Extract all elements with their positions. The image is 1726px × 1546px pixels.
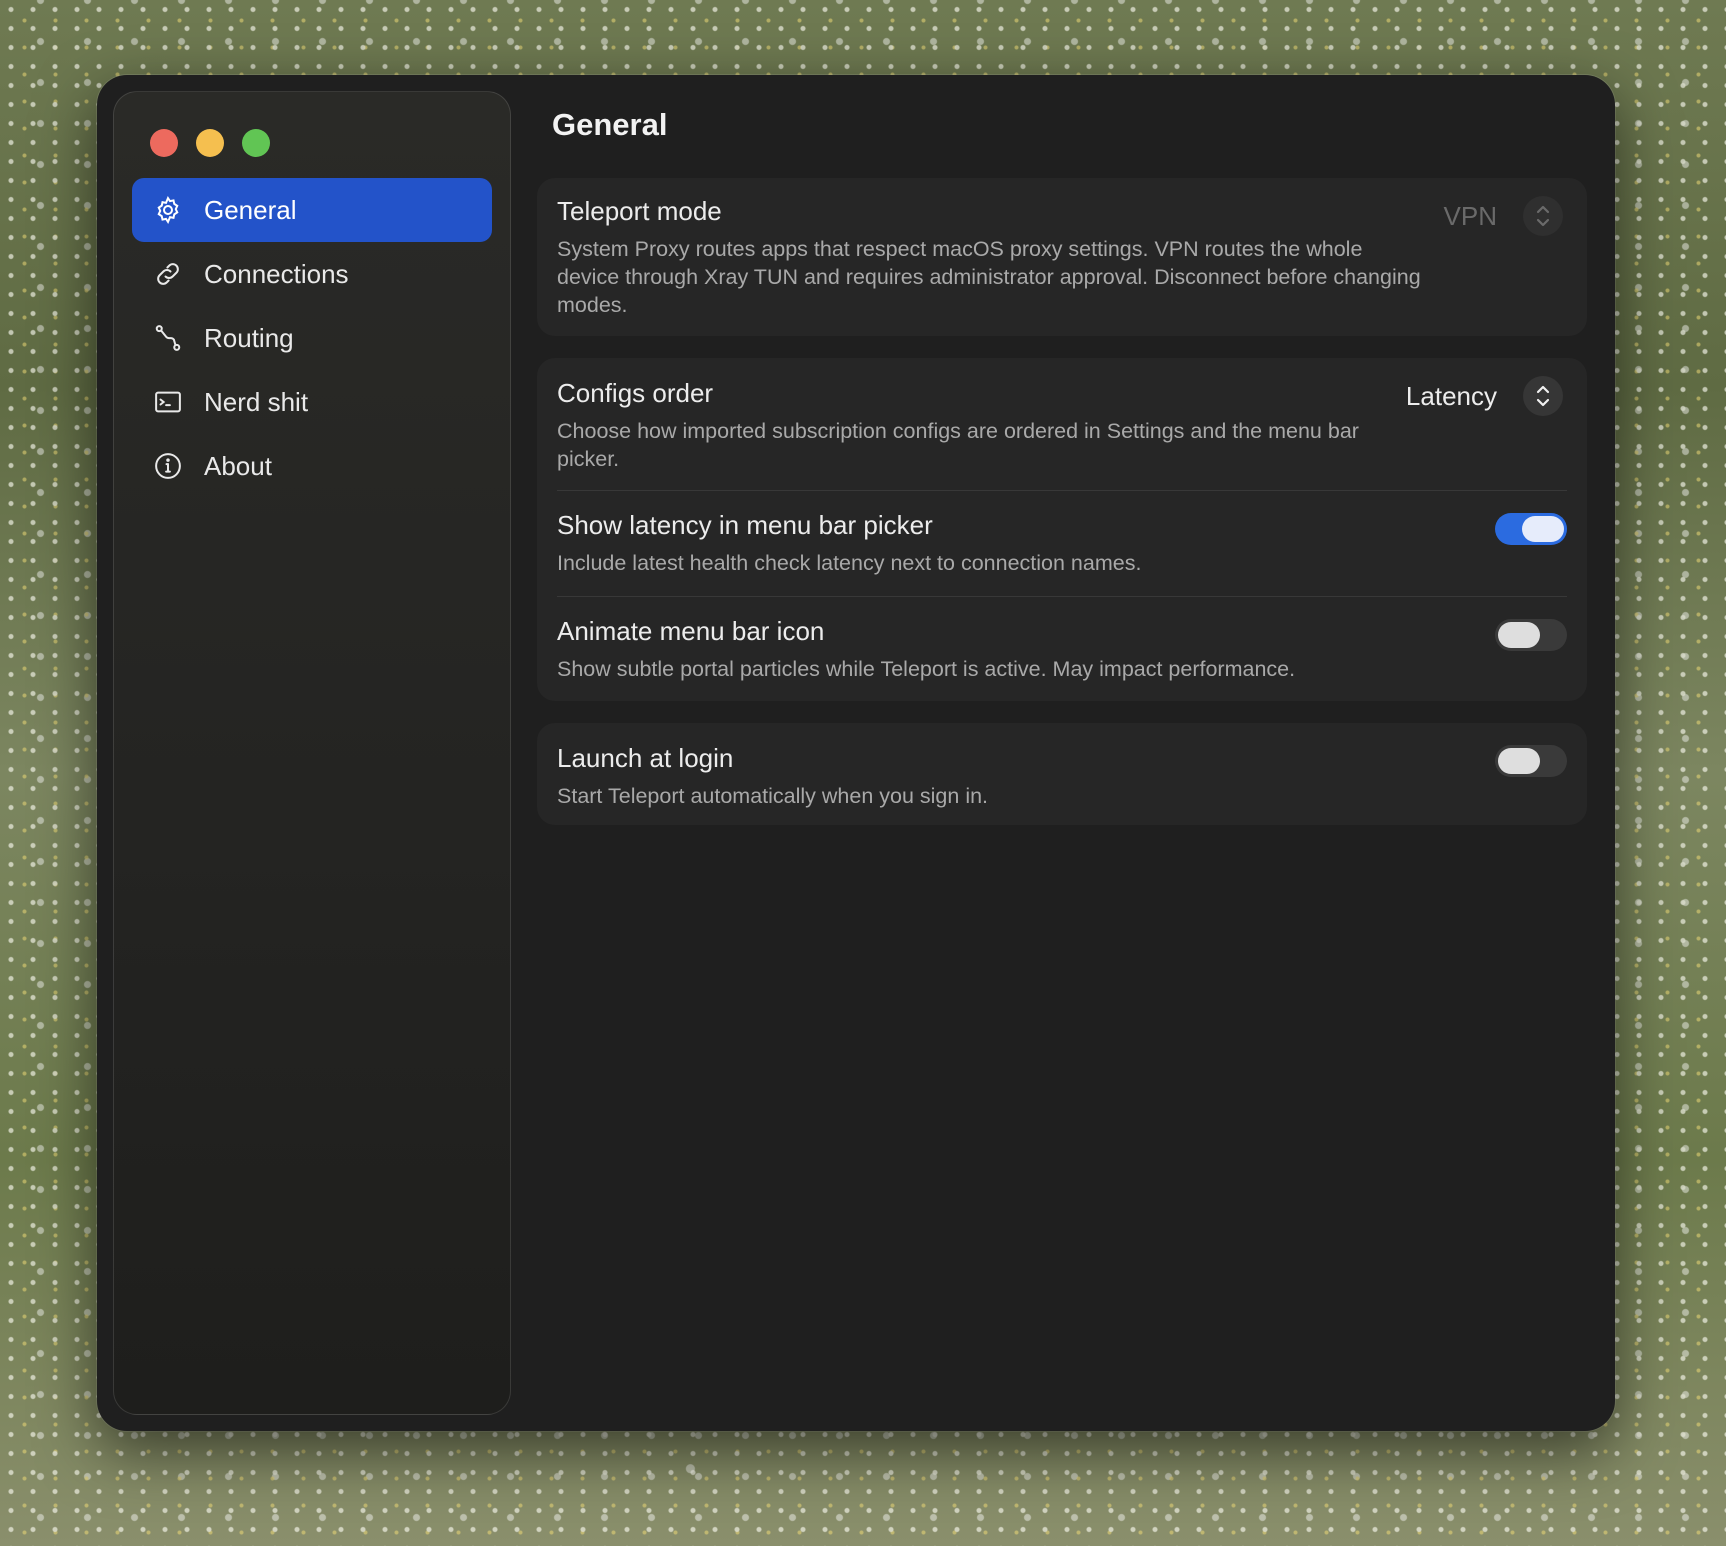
launch-at-login-toggle[interactable] <box>1495 745 1567 777</box>
gear-icon <box>152 194 184 226</box>
teleport-mode-description: System Proxy routes apps that respect ma… <box>557 237 1421 317</box>
teleport-mode-picker[interactable]: VPN <box>1444 196 1563 236</box>
chevron-up-down-icon <box>1523 196 1563 236</box>
show-latency-toggle[interactable] <box>1495 513 1567 545</box>
toggle-knob <box>1522 516 1564 542</box>
sidebar-item-routing[interactable]: Routing <box>132 306 492 370</box>
settings-window: General Connections Routing Nerd shit Ab… <box>97 75 1615 1431</box>
sidebar-item-connections[interactable]: Connections <box>132 242 492 306</box>
configs-order-picker[interactable]: Latency <box>1406 376 1563 416</box>
show-latency-title: Show latency in menu bar picker <box>557 510 933 540</box>
launch-at-login-title: Launch at login <box>557 743 734 773</box>
display-options-card: Configs order Choose how imported subscr… <box>537 358 1587 701</box>
animate-icon-title: Animate menu bar icon <box>557 616 825 646</box>
sidebar-item-general[interactable]: General <box>132 178 492 242</box>
chevron-up-down-icon <box>1523 376 1563 416</box>
sidebar-nav: General Connections Routing Nerd shit Ab… <box>132 178 492 498</box>
sidebar-item-label: Routing <box>204 322 294 353</box>
minimize-button[interactable] <box>196 129 224 157</box>
configs-order-description: Choose how imported subscription configs… <box>557 419 1359 471</box>
sidebar-item-label: Nerd shit <box>204 386 309 417</box>
divider <box>557 596 1567 597</box>
sidebar-item-nerd-shit[interactable]: Nerd shit <box>132 370 492 434</box>
page-title: General <box>552 107 668 142</box>
animate-icon-toggle[interactable] <box>1495 619 1567 651</box>
sidebar-item-label: Connections <box>204 258 349 289</box>
launch-card: Launch at login Start Teleport automatic… <box>537 723 1587 825</box>
teleport-mode-title: Teleport mode <box>557 196 722 226</box>
toggle-knob <box>1498 748 1540 774</box>
launch-at-login-row: Launch at login Start Teleport automatic… <box>537 723 1587 810</box>
teleport-mode-value: VPN <box>1443 200 1497 231</box>
divider <box>557 490 1567 491</box>
close-button[interactable] <box>150 129 178 157</box>
traffic-lights <box>150 129 270 157</box>
info-icon <box>152 450 184 482</box>
animate-icon-description: Show subtle portal particles while Telep… <box>557 657 1296 681</box>
configs-order-value: Latency <box>1405 380 1497 411</box>
sidebar-item-label: About <box>204 450 272 481</box>
show-latency-row: Show latency in menu bar picker Include … <box>537 510 1587 577</box>
toggle-knob <box>1498 622 1540 648</box>
zoom-button[interactable] <box>242 129 270 157</box>
teleport-mode-card: Teleport mode System Proxy routes apps t… <box>537 178 1587 336</box>
terminal-icon <box>152 386 184 418</box>
route-icon <box>152 322 184 354</box>
sidebar-item-about[interactable]: About <box>132 434 492 498</box>
sidebar-item-label: General <box>204 194 297 225</box>
animate-icon-row: Animate menu bar icon Show subtle portal… <box>537 616 1587 683</box>
launch-at-login-description: Start Teleport automatically when you si… <box>557 784 989 808</box>
teleport-mode-row: Teleport mode System Proxy routes apps t… <box>537 178 1587 319</box>
link-icon <box>152 258 184 290</box>
show-latency-description: Include latest health check latency next… <box>557 551 1142 575</box>
